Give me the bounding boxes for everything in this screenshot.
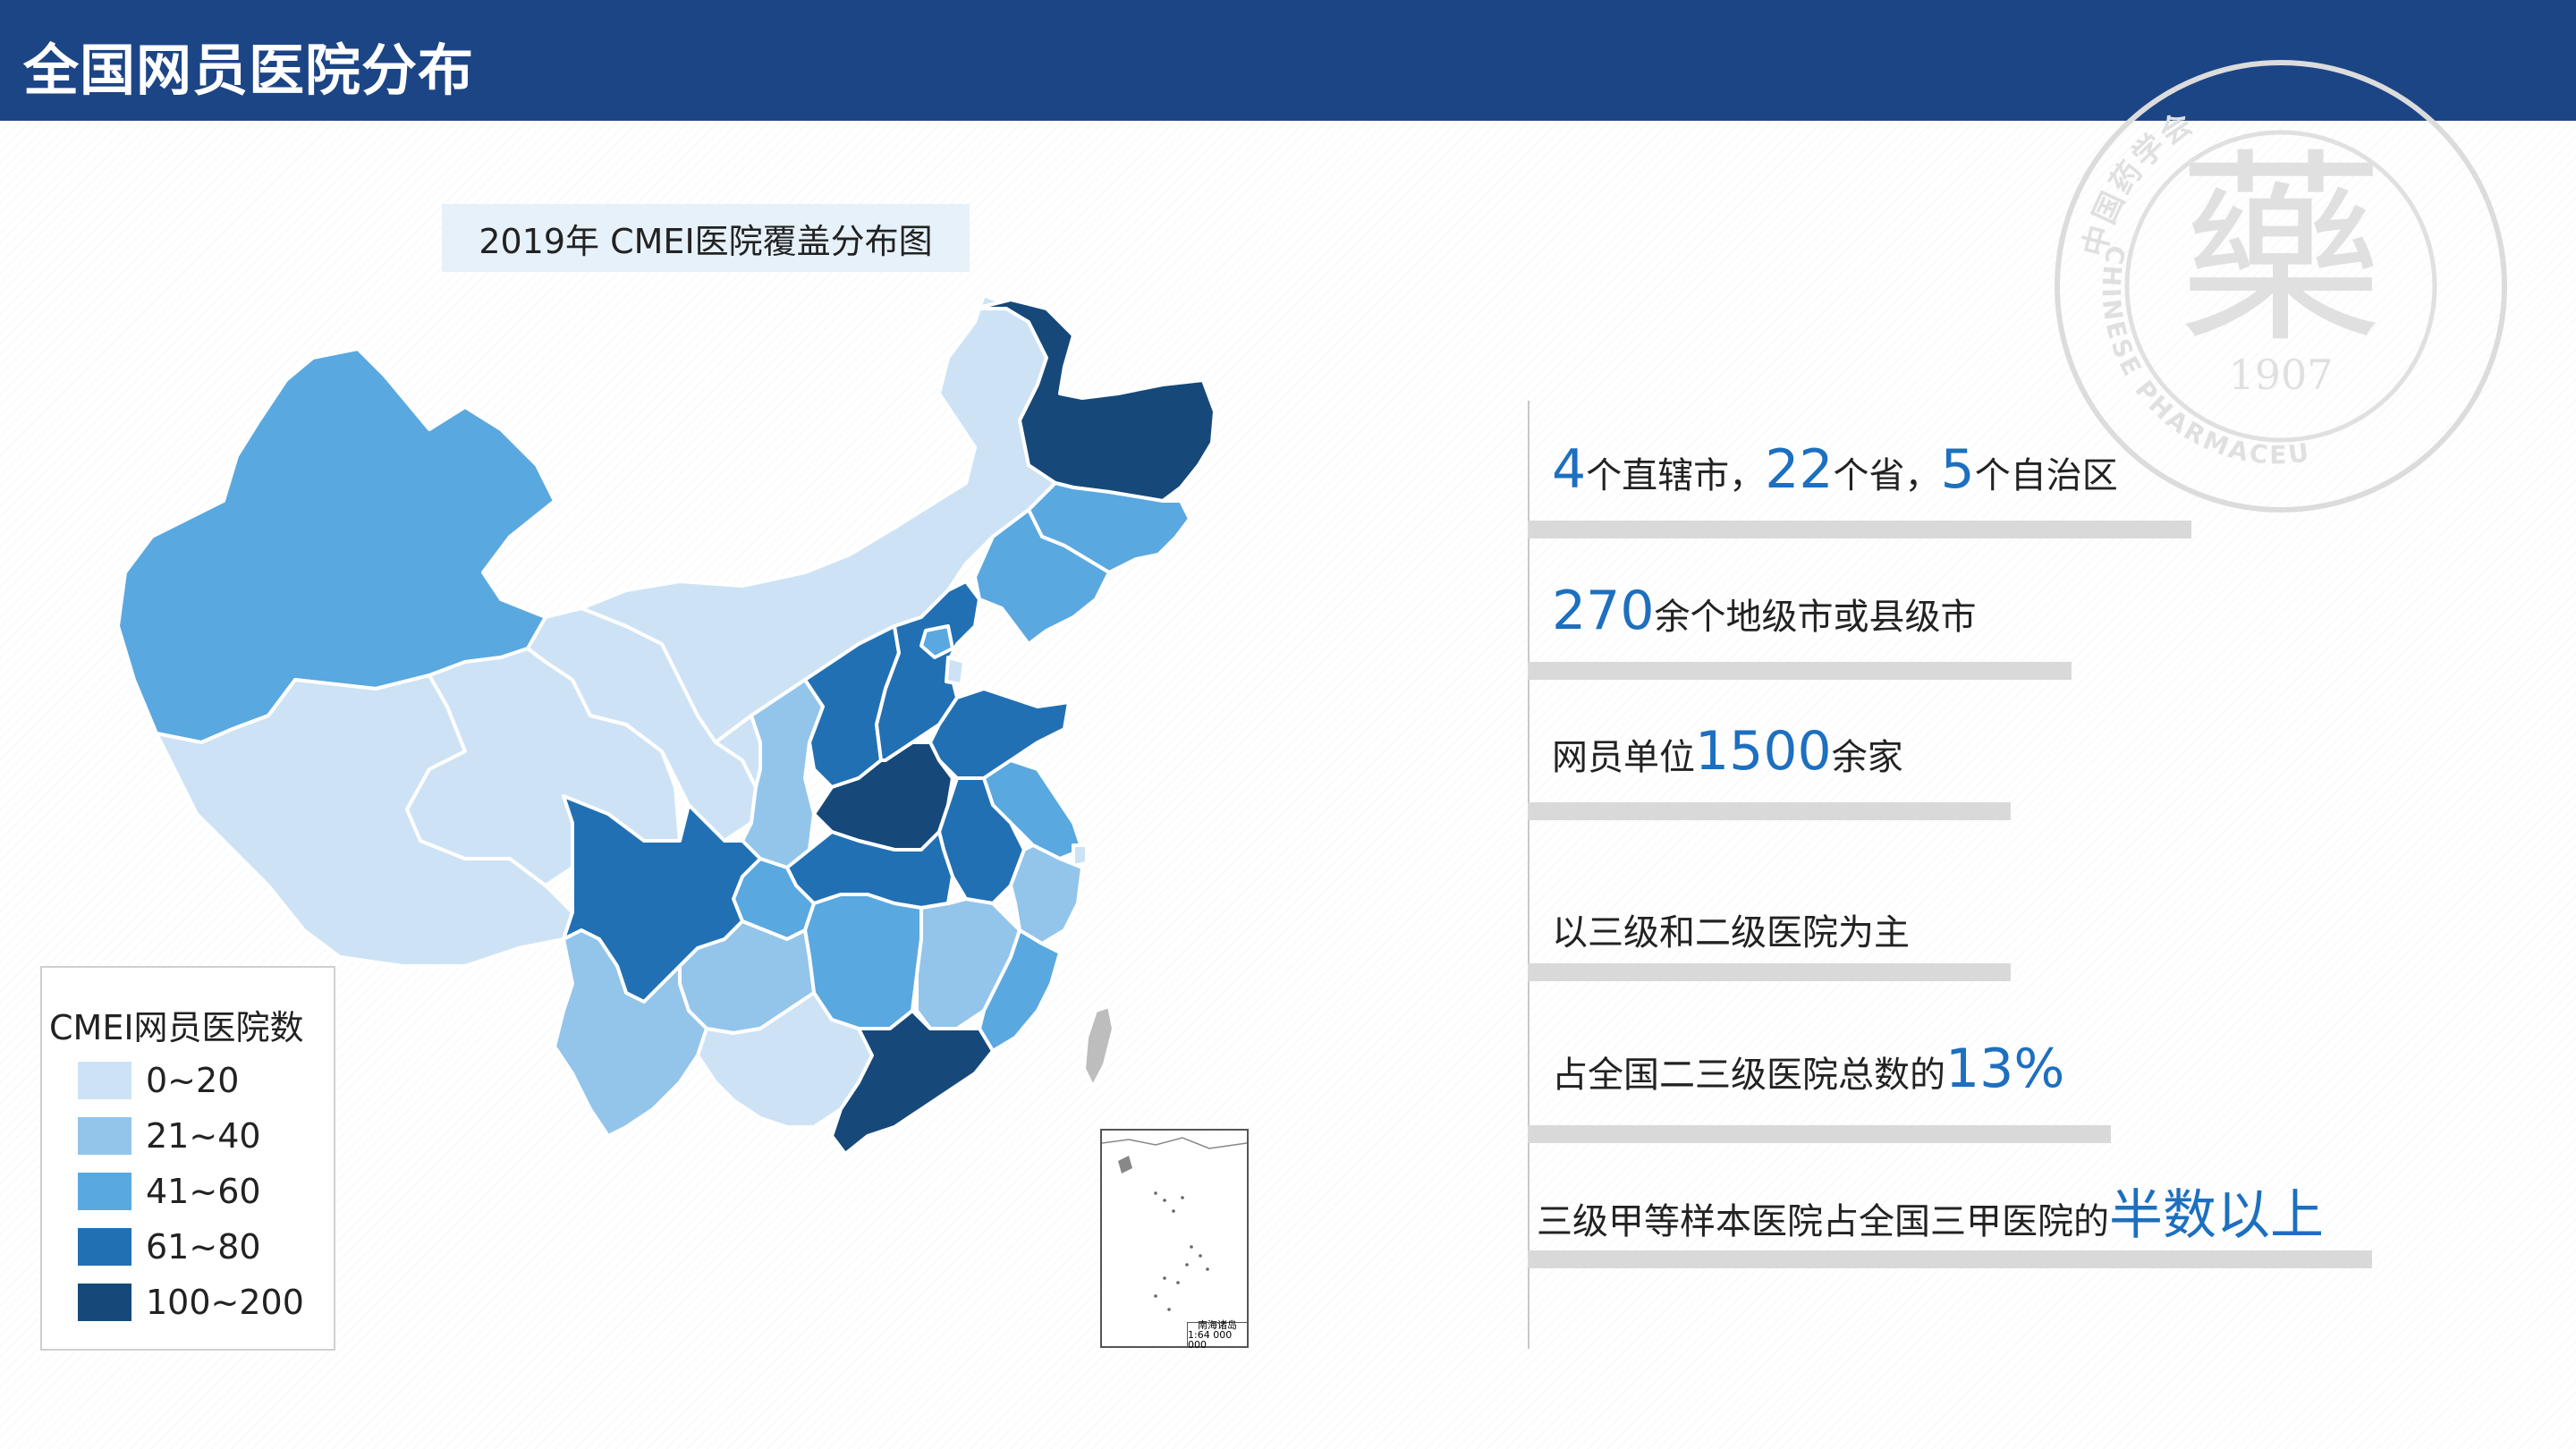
stat-number: 5 [1940, 438, 1975, 501]
legend-item: 21~40 [78, 1115, 261, 1157]
stat-line-1: 4个直辖市，22个省，5个自治区 [1552, 438, 2118, 501]
stat-line-4: 以三级和二级医院为主 [1552, 903, 1910, 955]
stat-number: 1500 [1695, 720, 1832, 783]
stat-text: 占全国二三级医院总数的 [1552, 1055, 1945, 1096]
seal-year: 1907 [2228, 351, 2333, 399]
stat-underline-4 [1528, 963, 2011, 981]
stat-text: 个自治区 [1974, 455, 2118, 496]
seal-character: 藥 [2178, 132, 2384, 371]
stat-underline-6 [1528, 1250, 2372, 1268]
map-legend: CMEI网员医院数 0~20 21~40 41~60 61~80 100~200 [40, 966, 335, 1351]
south-china-sea-inset: 南海诸岛 1:64 000 000 [1100, 1129, 1249, 1350]
inset-caption: 南海诸岛 1:64 000 000 [1187, 1320, 1247, 1350]
stat-number: 半数以上 [2109, 1184, 2324, 1247]
stat-line-2: 270余个地级市或县级市 [1552, 580, 1977, 642]
legend-item: 0~20 [78, 1060, 239, 1101]
divider-line [1528, 401, 1530, 1349]
region-tianjin [945, 656, 966, 686]
stat-number: 22 [1765, 438, 1834, 501]
stat-text: 网员单位 [1552, 737, 1695, 778]
legend-item: 100~200 [78, 1282, 304, 1323]
stat-text: 个直辖市， [1586, 455, 1766, 496]
page-title: 全国网员医院分布 [23, 38, 475, 103]
legend-swatch [78, 1228, 131, 1266]
legend-swatch [78, 1173, 131, 1210]
stat-number: 270 [1552, 580, 1655, 642]
legend-title: CMEI网员医院数 [49, 1008, 304, 1047]
association-seal-logo: 藥 1907 中国药学会 CHINESE PHARMACEUTICAL ASSO… [2048, 55, 2507, 519]
stat-underline-3 [1528, 802, 2011, 820]
region-shanghai [1072, 843, 1089, 868]
stat-text: 余家 [1831, 737, 1903, 778]
stat-underline-1 [1528, 521, 2191, 538]
stat-underline-5 [1528, 1125, 2111, 1143]
inset-map [1101, 1137, 1248, 1311]
stat-text: 余个地级市或县级市 [1654, 597, 1977, 638]
stat-text: 以三级和二级医院为主 [1552, 912, 1910, 953]
region-taiwan [1082, 1004, 1115, 1089]
legend-swatch [78, 1117, 131, 1155]
legend-swatch [78, 1284, 131, 1321]
stat-text: 个省， [1833, 455, 1941, 496]
map-title: 2019年 CMEI医院覆盖分布图 [442, 204, 970, 272]
stat-underline-2 [1528, 662, 2072, 680]
stat-text: 三级甲等样本医院占全国三甲医院的 [1537, 1201, 2109, 1242]
legend-item: 61~80 [78, 1226, 261, 1267]
stat-line-3: 网员单位1500余家 [1552, 720, 1903, 783]
legend-item: 41~60 [78, 1171, 261, 1212]
stat-number: 13% [1945, 1038, 2065, 1100]
stat-line-6: 三级甲等样本医院占全国三甲医院的半数以上 [1537, 1172, 2324, 1250]
stat-line-5: 占全国二三级医院总数的13% [1552, 1038, 2064, 1100]
stat-number: 4 [1552, 438, 1587, 501]
legend-swatch [78, 1062, 131, 1099]
